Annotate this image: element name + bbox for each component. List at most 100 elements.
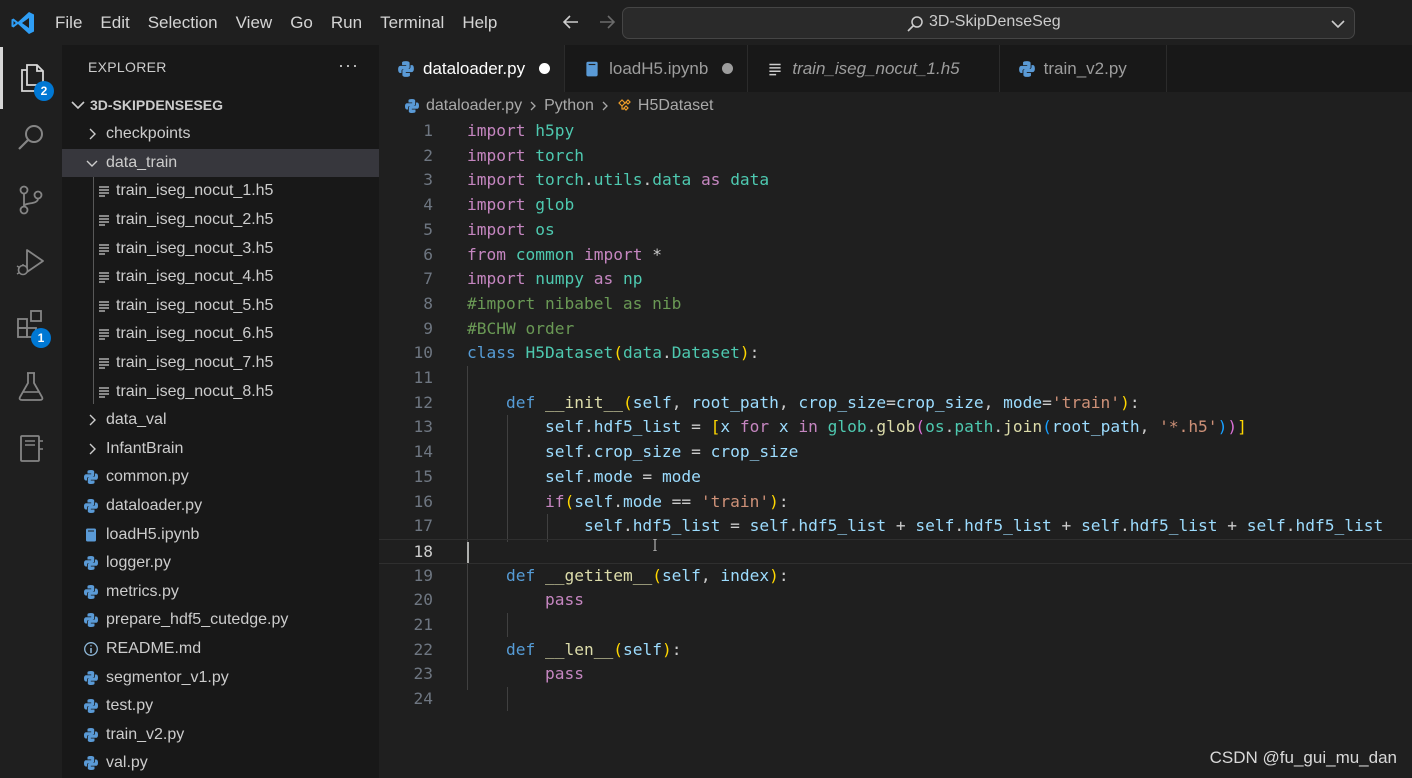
workspace-root[interactable]: 3D-SKIPDENSESEG — [62, 91, 379, 119]
code-line[interactable]: 7 import numpy as np — [379, 267, 1412, 292]
chevron-down-icon[interactable] — [1328, 14, 1348, 34]
chevron-right-icon — [89, 443, 96, 455]
tab-label: train_v2.py — [1043, 58, 1127, 78]
file-train-iseg-nocut-5-h5[interactable]: train_iseg_nocut_5.h5 — [62, 292, 379, 321]
code-line[interactable]: 22 def __len__(self): — [379, 638, 1412, 663]
code-line[interactable]: 3 import torch.utils.data as data — [379, 168, 1412, 193]
code-line[interactable]: 19 def __getitem__(self, index): — [379, 564, 1412, 589]
navigation-arrows — [560, 11, 618, 33]
file-train-iseg-nocut-2-h5[interactable]: train_iseg_nocut_2.h5 — [62, 206, 379, 235]
code-line[interactable]: 4 import glob — [379, 193, 1412, 218]
menu-selection[interactable]: Selection — [139, 0, 227, 45]
code-text: def __init__(self, root_path, crop_size=… — [505, 392, 1140, 412]
code-line[interactable]: 14 self.crop_size = crop_size — [379, 440, 1412, 465]
code-line[interactable]: 2 import torch — [379, 144, 1412, 169]
code-line[interactable]: 18 — [379, 538, 1412, 564]
menu-run[interactable]: Run — [322, 0, 371, 45]
text-caret — [467, 541, 469, 563]
text-cursor-icon — [653, 539, 657, 551]
activity-notebook[interactable] — [0, 417, 62, 479]
workspace-root-label: 3D-SKIPDENSESEG — [90, 97, 224, 113]
notebook-icon — [86, 528, 96, 542]
file-train-v2-py[interactable]: train_v2.py — [62, 720, 379, 749]
file-train-iseg-nocut-4-h5[interactable]: train_iseg_nocut_4.h5 — [62, 263, 379, 292]
activity-run-debug[interactable] — [0, 231, 62, 293]
folder-checkpoints[interactable]: checkpoints — [62, 120, 379, 149]
chevron-down-icon — [71, 101, 85, 110]
menu-view[interactable]: View — [227, 0, 282, 45]
code-text: import glob — [467, 195, 575, 215]
file-train-iseg-nocut-3-h5[interactable]: train_iseg_nocut_3.h5 — [62, 234, 379, 263]
code-line[interactable]: 15 self.mode = mode — [379, 465, 1412, 490]
code-line[interactable]: 5 import os — [379, 218, 1412, 243]
menu-edit[interactable]: Edit — [91, 0, 138, 45]
activity-explorer[interactable]: 2 — [0, 47, 62, 109]
file-segmentor-v1-py[interactable]: segmentor_v1.py — [62, 663, 379, 692]
code-line[interactable]: 23 pass — [379, 662, 1412, 687]
activity-testing[interactable] — [0, 355, 62, 417]
tab-train-iseg-nocut-1-h5[interactable]: train_iseg_nocut_1.h5 — [748, 45, 1000, 92]
unsaved-dot-icon[interactable] — [722, 63, 734, 74]
file-train-iseg-nocut-6-h5[interactable]: train_iseg_nocut_6.h5 — [62, 320, 379, 349]
code-line[interactable]: 20 pass — [379, 588, 1412, 613]
line-number: 12 — [413, 392, 434, 412]
code-text: from common import * — [467, 244, 662, 264]
breadcrumb-symbol[interactable]: H5Dataset — [638, 97, 714, 115]
code-line[interactable]: 10 class H5Dataset(data.Dataset): — [379, 341, 1412, 366]
line-number: 6 — [423, 244, 433, 264]
code-line[interactable]: 1 import h5py — [379, 119, 1412, 144]
command-center[interactable]: 3D-SkipDenseSeg — [622, 7, 1355, 39]
code-text: if(self.mode == 'train'): — [544, 491, 789, 511]
activity-search[interactable] — [0, 107, 62, 169]
folder-infantbrain[interactable]: InfantBrain — [62, 435, 379, 464]
unsaved-dot-icon[interactable] — [539, 63, 551, 74]
tab-dataloader-py[interactable]: dataloader.py — [379, 45, 566, 92]
forward-arrow-icon[interactable] — [596, 11, 618, 33]
activity-extensions[interactable]: 1 — [0, 293, 62, 355]
file-val-py[interactable]: val.py — [62, 749, 379, 778]
file-train-iseg-nocut-1-h5[interactable]: train_iseg_nocut_1.h5 — [62, 177, 379, 206]
back-arrow-icon[interactable] — [560, 11, 582, 33]
code-editor[interactable]: 1 import h5py 2 import torch 3 import torch.u… — [379, 119, 1412, 778]
file-test-py[interactable]: test.py — [62, 692, 379, 721]
breadcrumb-language[interactable]: Python — [544, 97, 594, 115]
folder-data-val[interactable]: data_val — [62, 406, 379, 435]
file-metrics-py[interactable]: metrics.py — [62, 578, 379, 607]
code-line[interactable]: 12 def __init__(self, root_path, crop_si… — [379, 391, 1412, 416]
code-line[interactable]: 24 — [379, 687, 1412, 712]
file-logger-py[interactable]: logger.py — [62, 549, 379, 578]
folder-data-train[interactable]: data_train — [62, 148, 379, 178]
file-readme-md[interactable]: README.md — [62, 635, 379, 664]
menu-help[interactable]: Help — [453, 0, 506, 45]
menu-go[interactable]: Go — [281, 0, 322, 45]
tree-item-label: data_train — [106, 153, 178, 171]
file-dataloader-py[interactable]: dataloader.py — [62, 492, 379, 521]
code-line[interactable]: 17 self.hdf5_list = self.hdf5_list + sel… — [379, 514, 1412, 539]
file-loadh5-ipynb[interactable]: loadH5.ipynb — [62, 520, 379, 549]
code-line[interactable]: 21 — [379, 613, 1412, 638]
tab-train-v2-py[interactable]: train_v2.py — [999, 45, 1167, 92]
code-line[interactable]: 8 #import nibabel as nib — [379, 292, 1412, 317]
code-line[interactable]: 6 from common import * — [379, 243, 1412, 268]
file-common-py[interactable]: common.py — [62, 463, 379, 492]
menu-file[interactable]: File — [46, 0, 91, 45]
activity-source-control[interactable] — [0, 169, 62, 231]
line-number: 10 — [413, 343, 434, 363]
line-number: 7 — [423, 269, 433, 289]
more-actions-icon[interactable]: ··· — [338, 55, 359, 76]
code-line[interactable]: 16 if(self.mode == 'train'): — [379, 490, 1412, 515]
code-line[interactable]: 11 — [379, 366, 1412, 391]
line-number: 21 — [413, 615, 434, 634]
file-train-iseg-nocut-8-h5[interactable]: train_iseg_nocut_8.h5 — [62, 377, 379, 406]
code-line[interactable]: 9 #BCHW order — [379, 317, 1412, 342]
menu-terminal[interactable]: Terminal — [371, 0, 453, 45]
line-number: 14 — [413, 442, 434, 462]
line-number: 3 — [423, 170, 433, 190]
file-prepare-hdf5-cutedge-py[interactable]: prepare_hdf5_cutedge.py — [62, 606, 379, 635]
code-line[interactable]: 13 self.hdf5_list = [x for x in glob.glo… — [379, 415, 1412, 440]
file-train-iseg-nocut-7-h5[interactable]: train_iseg_nocut_7.h5 — [62, 349, 379, 378]
tree-item-label: train_iseg_nocut_3.h5 — [116, 239, 274, 257]
python-icon — [84, 613, 98, 628]
breadcrumb-file[interactable]: dataloader.py — [426, 97, 522, 115]
tab-loadh5-ipynb[interactable]: loadH5.ipynb — [565, 45, 749, 92]
